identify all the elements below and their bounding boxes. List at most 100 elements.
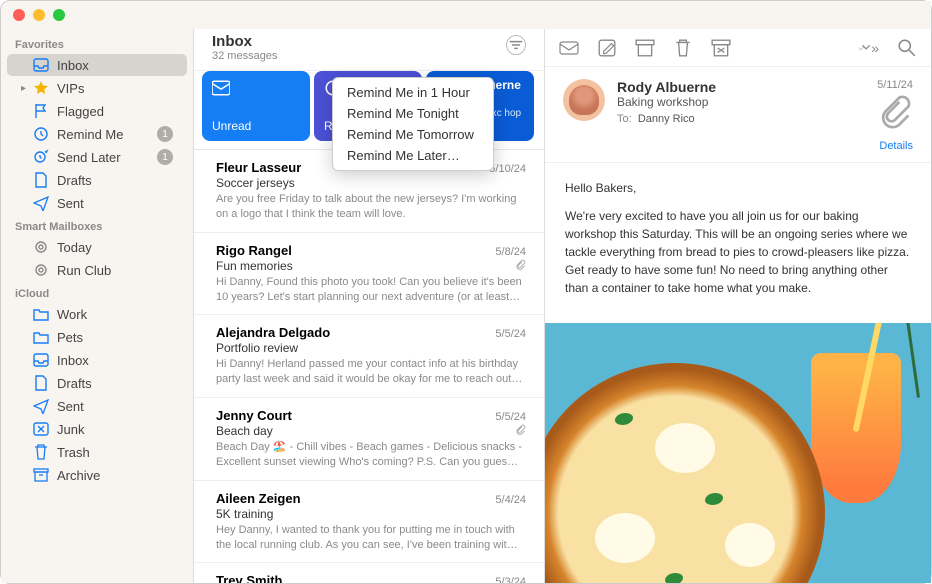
clock-icon	[33, 126, 49, 142]
message-subject: Fun memories	[216, 259, 293, 273]
message-sender: Aileen Zeigen	[216, 491, 301, 506]
sidebar-item-label: Run Club	[57, 263, 173, 278]
message-row[interactable]: Rigo Rangel5/8/24Fun memoriesHi Danny, F…	[194, 233, 544, 316]
message-sender: Rigo Rangel	[216, 243, 292, 258]
folder-icon	[33, 329, 49, 345]
unread-tile[interactable]: Unread	[202, 71, 310, 141]
disclosure-triangle-icon[interactable]: ▸	[21, 83, 31, 94]
gear-icon	[33, 239, 49, 255]
sidebar-item-remind[interactable]: ▸Remind Me1	[7, 123, 187, 145]
xbox-icon	[33, 421, 49, 437]
sidebar-item-label: Sent	[57, 399, 173, 414]
reply-icon[interactable]	[559, 38, 579, 58]
sidebar-section-label: iCloud	[1, 282, 193, 302]
search-icon[interactable]	[897, 38, 917, 58]
archive-icon[interactable]	[635, 38, 655, 58]
compose-icon[interactable]	[597, 38, 617, 58]
sidebar-item-label: Send Later	[57, 150, 157, 165]
body-text: We're very excited to have you all join …	[565, 207, 911, 297]
sidebar-item-inbox[interactable]: ▸Inbox	[7, 54, 187, 76]
sidebar-item-flagged[interactable]: ▸Flagged	[7, 100, 187, 122]
sidebar-item-archive[interactable]: ▸Archive	[7, 464, 187, 486]
close-window-button[interactable]	[13, 9, 25, 21]
sidebar-item-pets[interactable]: ▸Pets	[7, 326, 187, 348]
reader-date: 5/11/24	[877, 79, 913, 91]
sidebar-item-label: Drafts	[57, 376, 173, 391]
reader-to: To: Danny Rico	[617, 113, 865, 125]
attachment-icon	[515, 259, 526, 273]
reader-subject: Baking workshop	[617, 95, 865, 109]
reader-header: Rody Albuerne Baking workshop To: Danny …	[545, 67, 931, 163]
sidebar: Favorites▸Inbox▸VIPs▸Flagged▸Remind Me1▸…	[1, 29, 193, 583]
message-sender: Jenny Court	[216, 408, 292, 423]
reader-from: Rody Albuerne	[617, 79, 865, 95]
sidebar-item-trash[interactable]: ▸Trash	[7, 441, 187, 463]
message-date: 5/3/24	[495, 576, 526, 583]
message-image	[545, 323, 931, 583]
sidebar-item-drafts[interactable]: ▸Drafts	[7, 169, 187, 191]
rosemary-sprig	[903, 323, 920, 398]
sidebar-item-label: Sent	[57, 196, 173, 211]
body-greeting: Hello Bakers,	[565, 179, 911, 197]
sidebar-section-label: Favorites	[1, 33, 193, 53]
message-sender: Fleur Lasseur	[216, 160, 301, 175]
menu-item[interactable]: Remind Me in 1 Hour	[333, 82, 493, 103]
message-subject: Beach day	[216, 424, 273, 438]
message-preview: Hey Danny, I wanted to thank you for put…	[216, 523, 526, 553]
sidebar-item-vips[interactable]: ▸ VIPs	[7, 77, 187, 99]
sidebar-item-label: Work	[57, 307, 173, 322]
message-preview: Are you free Friday to talk about the ne…	[216, 192, 526, 222]
sidebar-item-sendlater[interactable]: ▸Send Later1	[7, 146, 187, 168]
folder-icon	[33, 306, 49, 322]
menu-item[interactable]: Remind Me Tonight	[333, 103, 493, 124]
sidebar-item-junk[interactable]: ▸Junk	[7, 418, 187, 440]
message-row[interactable]: Aileen Zeigen5/4/245K trainingHey Danny,…	[194, 481, 544, 564]
sidebar-item-label: Inbox	[57, 353, 173, 368]
sidebar-item-label: Archive	[57, 468, 173, 483]
sidebar-item-label: Pets	[57, 330, 173, 345]
message-date: 5/10/24	[489, 163, 526, 175]
message-date: 5/5/24	[495, 411, 526, 423]
message-date: 5/8/24	[495, 246, 526, 258]
sidebar-section-label: Smart Mailboxes	[1, 215, 193, 235]
details-link[interactable]: Details	[877, 140, 913, 152]
star-yellow-icon	[33, 80, 49, 96]
junk-icon[interactable]	[711, 38, 731, 58]
reader-toolbar: »	[545, 29, 931, 67]
sidebar-item-icinbox[interactable]: ▸Inbox	[7, 349, 187, 371]
sidebar-item-work[interactable]: ▸Work	[7, 303, 187, 325]
attachment-icon	[515, 424, 526, 438]
sender-avatar[interactable]	[563, 79, 605, 121]
sidebar-badge: 1	[157, 126, 173, 142]
message-row[interactable]: Trev Smith5/3/24Illustration referenceHi…	[194, 563, 544, 583]
message-list[interactable]: Fleur Lasseur 5/10/24 Soccer jerseys Are yo…	[194, 150, 544, 583]
message-preview: Hi Danny! Herland passed me your contact…	[216, 357, 526, 387]
sidebar-item-label: Today	[57, 240, 173, 255]
sidebar-item-sent[interactable]: ▸Sent	[7, 192, 187, 214]
sidebar-item-icsent[interactable]: ▸Sent	[7, 395, 187, 417]
message-row[interactable]: Alejandra Delgado5/5/24Portfolio reviewH…	[194, 315, 544, 398]
sidebar-item-runclub[interactable]: ▸Run Club	[7, 259, 187, 281]
message-subject: Soccer jerseys	[216, 176, 295, 190]
sidebar-item-label: VIPs	[57, 81, 173, 96]
tile-label: Unread	[212, 119, 300, 133]
message-count: 32 messages	[212, 50, 506, 62]
more-icon[interactable]: »	[859, 38, 879, 58]
mailbox-title: Inbox	[212, 33, 506, 50]
message-list-pane: Inbox 32 messages Unread Rem Rody Albuer…	[193, 29, 545, 583]
filter-button[interactable]	[506, 35, 526, 55]
minimize-window-button[interactable]	[33, 9, 45, 21]
message-date: 5/5/24	[495, 328, 526, 340]
message-subject: Portfolio review	[216, 341, 298, 355]
window-titlebar	[1, 1, 931, 29]
sidebar-item-label: Flagged	[57, 104, 173, 119]
sidebar-item-today[interactable]: ▸Today	[7, 236, 187, 258]
trash-icon[interactable]	[673, 38, 693, 58]
zoom-window-button[interactable]	[53, 9, 65, 21]
paperplane-icon	[33, 195, 49, 211]
menu-item[interactable]: Remind Me Later…	[333, 145, 493, 166]
sidebar-item-icdrafts[interactable]: ▸Drafts	[7, 372, 187, 394]
message-row[interactable]: Jenny Court5/5/24Beach dayBeach Day 🏖️ -…	[194, 398, 544, 481]
sidebar-item-label: Trash	[57, 445, 173, 460]
menu-item[interactable]: Remind Me Tomorrow	[333, 124, 493, 145]
